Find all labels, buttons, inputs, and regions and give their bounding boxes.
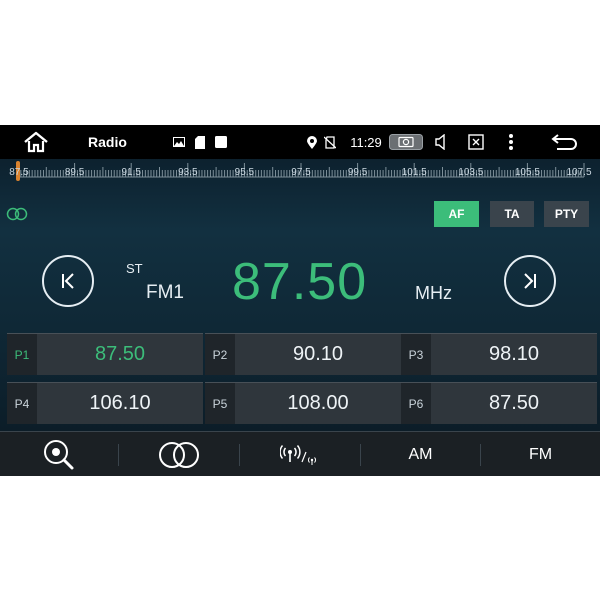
back-icon[interactable] xyxy=(548,125,582,159)
bottom-toolbar: AM FM xyxy=(0,431,600,476)
stereo-indicator-icon xyxy=(5,207,29,226)
scale-label: 97.5 xyxy=(291,167,311,178)
preset-label: P2 xyxy=(205,334,235,375)
current-frequency: 87.50 xyxy=(232,253,368,311)
skip-next-icon xyxy=(524,273,536,289)
scale-label: 105.5 xyxy=(514,167,540,178)
pty-button[interactable]: PTY xyxy=(544,201,589,227)
seek-next-button[interactable] xyxy=(504,255,556,307)
preset-6-button[interactable]: P6 87.50 xyxy=(401,382,597,424)
preset-label: P4 xyxy=(7,383,37,424)
preset-frequency: 108.00 xyxy=(287,392,349,414)
seek-previous-button[interactable] xyxy=(42,255,94,307)
preset-5-button[interactable]: P5 108.00 xyxy=(205,382,401,424)
more-options-icon[interactable] xyxy=(504,125,518,159)
preset-frequency: 87.50 xyxy=(488,392,540,414)
preset-label: P5 xyxy=(205,383,235,424)
skip-previous-icon xyxy=(62,273,74,289)
location-icon xyxy=(305,125,319,159)
preset-3-button[interactable]: P3 98.10 xyxy=(401,333,597,375)
stereo-label: ST xyxy=(126,261,143,276)
scale-label: 95.5 xyxy=(234,167,255,178)
preset-frequency: 90.10 xyxy=(292,343,344,365)
preset-label: P3 xyxy=(401,334,431,375)
scale-label: 87.5 xyxy=(9,167,29,178)
tuner-scale-labels: 87.5 89.5 91.5 93.5 95.5 97.5 99.5 101.5 103.5 10… xyxy=(0,167,600,181)
am-band-button[interactable]: AM xyxy=(361,432,480,476)
preset-2-button[interactable]: P2 90.10 xyxy=(205,333,401,375)
preset-frequency: 87.50 xyxy=(94,343,146,365)
preset-label: P6 xyxy=(401,383,431,424)
search-scan-button[interactable] xyxy=(0,432,118,476)
square-notification-icon xyxy=(214,125,228,159)
band-label: FM1 xyxy=(146,282,184,303)
close-window-icon[interactable] xyxy=(466,125,486,159)
stereo-icon xyxy=(159,441,199,468)
ta-button[interactable]: TA xyxy=(490,201,534,227)
stereo-button[interactable] xyxy=(119,432,239,476)
af-button[interactable]: AF xyxy=(434,201,479,227)
preset-1-button[interactable]: P1 87.50 xyxy=(7,333,203,375)
scale-label: 93.5 xyxy=(178,167,198,178)
preset-frequency: 106.10 xyxy=(89,392,151,414)
fm-band-button[interactable]: FM xyxy=(481,432,600,476)
broadcast-icon xyxy=(280,444,317,465)
preset-frequency: 98.10 xyxy=(488,343,540,365)
scale-label: 101.5 xyxy=(401,167,427,178)
app-title: Radio xyxy=(88,134,127,150)
scale-label: 107.5 xyxy=(566,167,592,178)
radio-app-screen: Radio 11:29 87.5 89.5 91.5 93.5 95.5 97.… xyxy=(0,125,600,476)
scale-label: 99.5 xyxy=(347,167,368,178)
broadcast-button[interactable] xyxy=(240,432,360,476)
preset-4-button[interactable]: P4 106.10 xyxy=(7,382,203,424)
scale-label: 89.5 xyxy=(64,167,85,178)
frequency-unit: MHz xyxy=(415,283,452,303)
sd-card-icon xyxy=(194,125,206,159)
no-sim-icon xyxy=(323,125,337,159)
preset-label: P1 xyxy=(7,334,37,375)
scale-label: 91.5 xyxy=(121,167,141,178)
search-scan-icon xyxy=(44,439,74,469)
volume-icon[interactable] xyxy=(433,125,451,159)
clock: 11:29 xyxy=(350,134,382,150)
camera-icon[interactable] xyxy=(388,125,424,159)
scale-label: 103.5 xyxy=(458,167,484,178)
home-icon[interactable] xyxy=(20,125,52,159)
status-bar: Radio 11:29 xyxy=(0,125,600,159)
gallery-icon xyxy=(172,125,186,159)
